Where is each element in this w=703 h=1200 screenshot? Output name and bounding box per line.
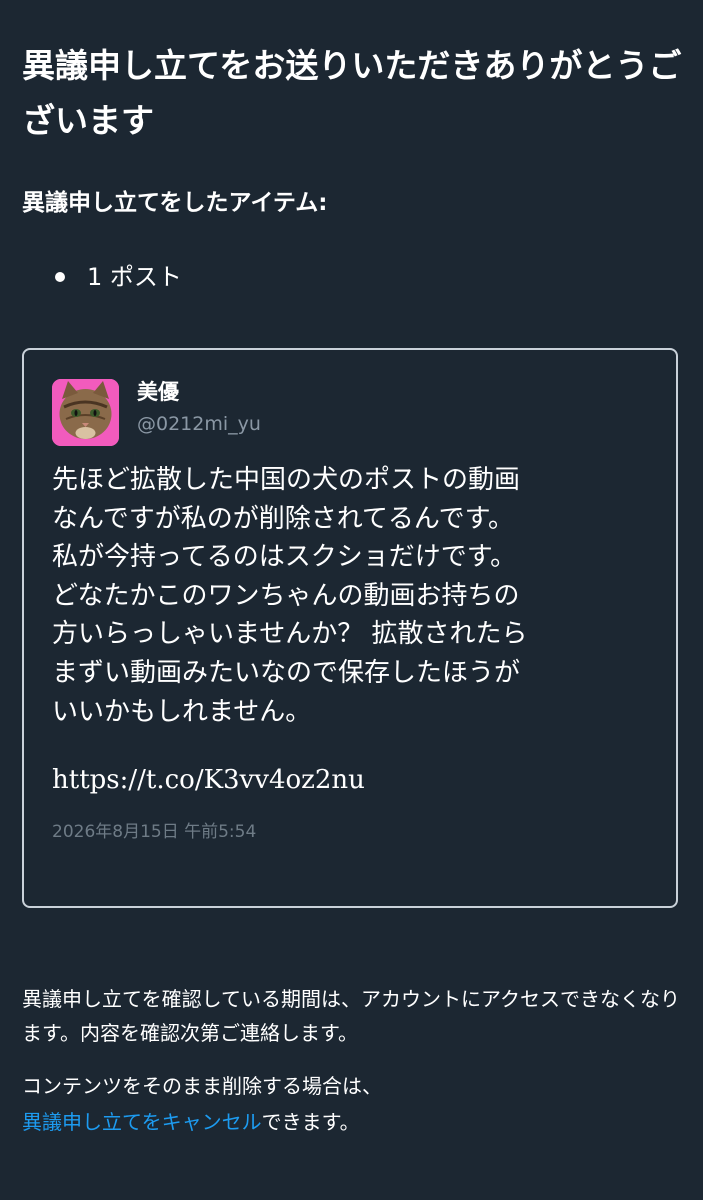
cancel-instructions: コンテンツをそのまま削除する場合は、 異議申し立てをキャンセルできます。: [22, 1068, 682, 1140]
cancel-appeal-link[interactable]: 異議申し立てをキャンセル: [22, 1110, 262, 1134]
post-handle[interactable]: @0212mi_yu: [137, 411, 261, 437]
appealed-items-heading: 異議申し立てをしたアイテム:: [22, 190, 328, 216]
list-item: 1 ポスト: [22, 258, 182, 296]
appealed-post-card: 美優 @0212mi_yu 先ほど拡散した中国の犬のポストの動画 なんですが私の…: [22, 348, 678, 908]
avatar-image: [52, 379, 119, 446]
access-notice-text: 異議申し立てを確認している期間は、アカウントにアクセスできなくなります。内容を確…: [22, 987, 680, 1045]
post-body-text: 先ほど拡散した中国の犬のポストの動画 なんですが私のが削除されてるんです。 私が…: [52, 465, 528, 727]
post-link[interactable]: https://t.co/K3vv4oz2nu: [52, 761, 365, 799]
page-title: 異議申し立てをお送りいただきありがとうございます: [22, 46, 682, 140]
list-item-label: 1 ポスト: [87, 263, 182, 291]
cancel-prefix-text: コンテンツをそのまま削除する場合は、: [22, 1074, 382, 1098]
bullet-icon: [55, 272, 65, 282]
cancel-suffix-text: できます。: [261, 1110, 360, 1134]
post-timestamp: 2026年8月15日 午前5:54: [52, 822, 257, 842]
appealed-items-list: 1 ポスト: [22, 258, 182, 296]
cat-photo-avatar-icon: [52, 379, 119, 446]
post-display-name[interactable]: 美優: [137, 377, 179, 407]
